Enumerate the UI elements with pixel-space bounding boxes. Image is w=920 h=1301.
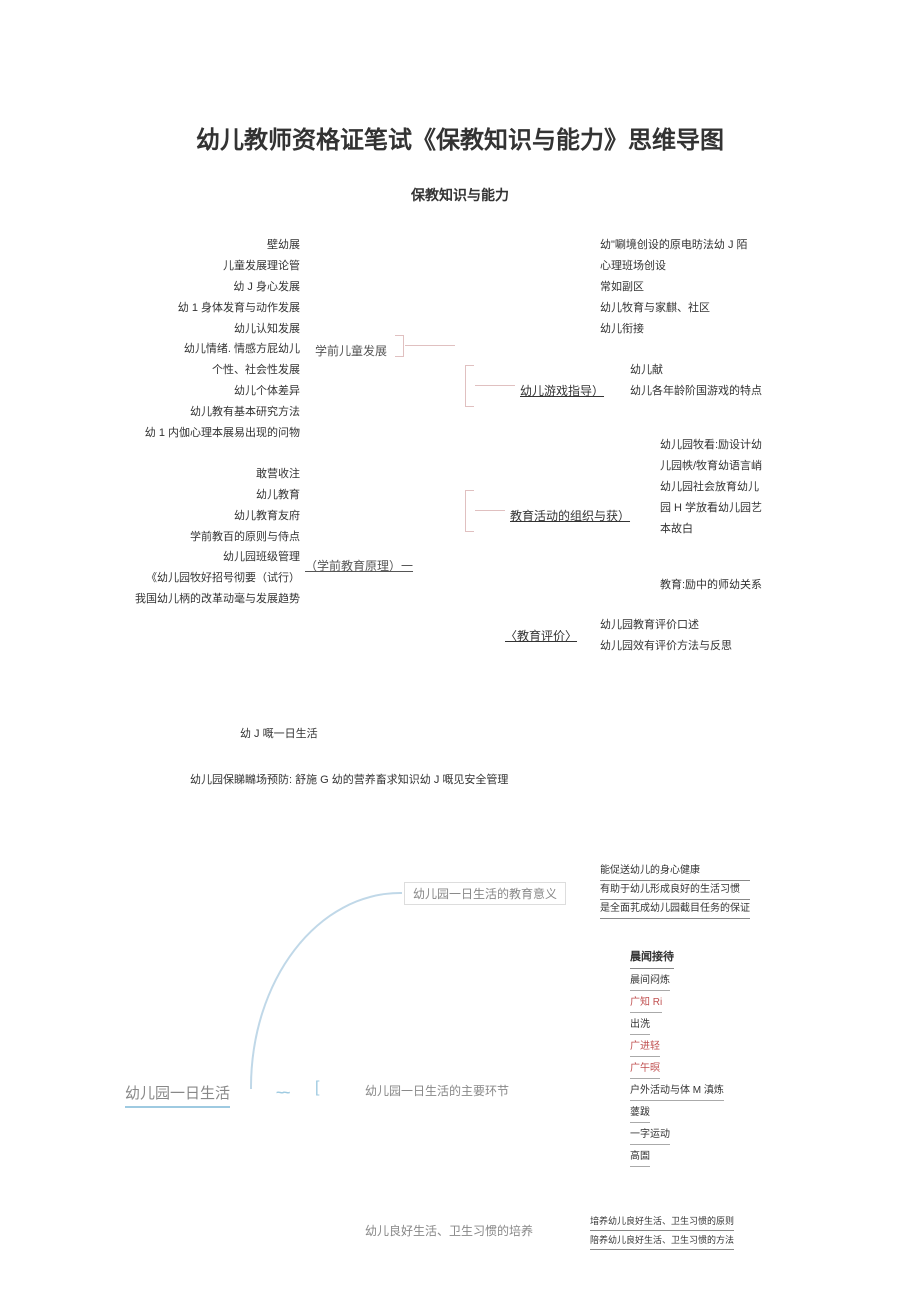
- node: 教育:励中的师幼关系: [660, 575, 762, 596]
- node-text: 广午暝: [630, 1063, 660, 1074]
- node: 幼儿教育: [60, 485, 300, 506]
- branch-label-games: 幼儿游戏指导）: [520, 380, 604, 403]
- node: 学前教百的原则与侍点: [60, 527, 300, 548]
- left-column: 壁幼展 儿童发展理论管 幼 J 身心发展 幼 1 身体发育与动作发展 幼儿认知发…: [60, 235, 300, 610]
- branch-label-evaluation: 〈教育评价〉: [505, 625, 577, 648]
- node: 晨间闷炼: [630, 971, 670, 991]
- node: 广午暝: [630, 1059, 660, 1079]
- node: 儿园帙/牧育幼语言峭: [660, 456, 762, 477]
- node: 一字运动: [630, 1125, 670, 1145]
- left-group-1: 壁幼展 儿童发展理论管 幼 J 身心发展 幼 1 身体发育与动作发展 幼儿认知发…: [60, 235, 300, 444]
- node: 幼儿情绪. 情感方屁幼儿: [60, 339, 300, 360]
- node: 幼儿认知发展: [60, 319, 300, 340]
- node: 幼儿教有基本研究方法: [60, 402, 300, 423]
- node: 出洗: [630, 1015, 650, 1035]
- node-head: 晨闻接待: [630, 947, 674, 969]
- node: 广进轻: [630, 1037, 660, 1057]
- page-root: 幼儿教师资格证笔试《保教知识与能力》思维导图 保教知识与能力 壁幼展 儿童发展理…: [0, 0, 920, 1297]
- page-subtitle: 保教知识与能力: [20, 185, 900, 205]
- node: 陪养幼儿良好生活、卫生习惯的方法: [590, 1231, 734, 1250]
- node-text: 广进轻: [630, 1041, 660, 1052]
- branch-label-activities: 教育活动的组织与获）: [510, 505, 630, 528]
- node: 《幼儿园牧好招号彻要（试行）: [60, 568, 300, 589]
- branch-2-label: 幼儿园一日生活的主要环节: [365, 1082, 509, 1099]
- curve-connector-icon: [250, 892, 402, 1089]
- right-group-5: 幼儿园教育评价口述 幼儿园效有评价方法与反思: [600, 615, 732, 657]
- node: 幼儿各年龄阶国游戏的特点: [630, 381, 762, 402]
- branch-3-items: 堷养幼儿良好生活、卫生习惯的原则 陪养幼儿良好生活、卫生习惯的方法: [590, 1212, 734, 1250]
- connector-icon: [405, 345, 455, 347]
- right-group-1: 幼"唰境创设的原电昉法幼 J 陌 心理班场创设 常如副区 幼儿牧育与家麒、社区 …: [600, 235, 748, 339]
- node: 壁幼展: [60, 235, 300, 256]
- node: 常如副区: [600, 277, 748, 298]
- node: 幼儿献: [630, 360, 762, 381]
- branch-3-label: 幼儿良好生活、卫生习惯的培养: [365, 1222, 533, 1239]
- node: 幼儿园牧看:励设计幼: [660, 435, 762, 456]
- node: 蔢跋: [630, 1103, 650, 1123]
- node: 户外活动与体 M 滇炼: [630, 1081, 724, 1101]
- page-title: 幼儿教师资格证笔试《保教知识与能力》思维导图: [20, 120, 900, 155]
- branch-2-items: 晨闻接待 晨间闷炼 广知 Ri 出洗 广进轻 广午暝 户外活动与体 M 滇炼 蔢…: [630, 947, 724, 1169]
- node: 本故白: [660, 519, 762, 540]
- node: 幼 1 身体发育与动作发展: [60, 298, 300, 319]
- node: 幼儿牧育与家麒、社区: [600, 298, 748, 319]
- lower-text-1: 幼 J 嘅一日生活: [240, 725, 900, 741]
- right-group-3: 幼儿园牧看:励设计幼 儿园帙/牧育幼语言峭 幼儿园社会放育幼儿 园 H 学放看幼…: [660, 435, 762, 539]
- node: 幼儿园社会放育幼儿: [660, 477, 762, 498]
- node: 个性、社会性发展: [60, 360, 300, 381]
- node: 园 H 学放看幼儿园艺: [660, 498, 762, 519]
- node: 幼儿个体差异: [60, 381, 300, 402]
- right-group-2: 幼儿献 幼儿各年龄阶国游戏的特点: [630, 360, 762, 402]
- tilde-connector-icon: ~~: [276, 1084, 288, 1100]
- node: 堷养幼儿良好生活、卫生习惯的原则: [590, 1212, 734, 1231]
- node: 幼儿园教育评价口述: [600, 615, 732, 636]
- node: 儿童发展理论管: [60, 256, 300, 277]
- center-node-1: 学前儿童发展: [315, 340, 387, 363]
- mindmap-top: 壁幼展 儿童发展理论管 幼 J 身心发展 幼 1 身体发育与动作发展 幼儿认知发…: [20, 235, 900, 695]
- node: 高圄: [630, 1147, 650, 1167]
- left-group-2: 敢营收注 幼儿教育 幼儿教育友府 学前教百的原则与侍点 幼儿园班级管理 《幼儿园…: [60, 464, 300, 610]
- node: 能促送幼儿的身心健康: [600, 862, 750, 881]
- node: 幼儿教育友府: [60, 506, 300, 527]
- connector-icon: [465, 365, 474, 407]
- node: 心理班场创设: [600, 256, 748, 277]
- node: 幼 1 内伽心理本展易出现的问物: [60, 423, 300, 444]
- connector-icon: [465, 490, 474, 532]
- node: 有助于幼儿形成良好的生活习惯: [600, 881, 750, 900]
- connector-icon: [475, 510, 505, 512]
- bracket-icon: [: [315, 1079, 319, 1097]
- node: 敢营收注: [60, 464, 300, 485]
- center-node-2: （学前教育原理）一: [305, 555, 413, 578]
- node: 幼"唰境创设的原电昉法幼 J 陌: [600, 235, 748, 256]
- node: 幼儿衔接: [600, 319, 748, 340]
- node: 幼儿园班级管理: [60, 547, 300, 568]
- branch-1-items: 能促送幼儿的身心健康 有助于幼儿形成良好的生活习惯 是全面芤成幼儿园截目任务的保…: [600, 862, 750, 919]
- node: 我国幼儿柄的改革动毫与发展趋势: [60, 589, 300, 610]
- branch-1-label: 幼儿园一日生活的教育意义: [404, 882, 566, 905]
- node: 幼儿园效有评价方法与反思: [600, 636, 732, 657]
- connector-icon: [475, 385, 515, 387]
- connector-icon: [395, 335, 404, 357]
- lower-text-2: 幼儿园保睇矊场预防: 舒施 G 幼的营养畜求知识幼 J 嘅见安全管理: [190, 771, 900, 787]
- node-text: 广知 Ri: [630, 997, 662, 1008]
- node: 幼 J 身心发展: [60, 277, 300, 298]
- node: 是全面芤成幼儿园截目任务的保证: [600, 900, 750, 919]
- node: 广知 Ri: [630, 993, 662, 1013]
- right-group-4: 教育:励中的师幼关系: [660, 575, 762, 596]
- mindmap-bottom: 幼儿园一日生活 ~~ [ 幼儿园一日生活的教育意义 能促送幼儿的身心健康 有助于…: [20, 837, 900, 1267]
- root-node: 幼儿园一日生活: [125, 1082, 230, 1108]
